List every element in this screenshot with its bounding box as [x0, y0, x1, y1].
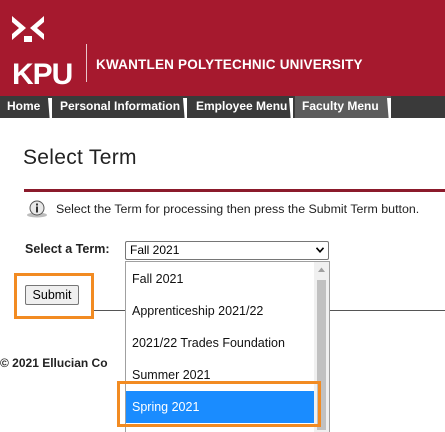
nav-tab-label: Faculty Menu [302, 99, 379, 113]
nav-tab-personal-information[interactable]: Personal Information [53, 96, 187, 118]
page-header: KPU KWANTLEN POLYTECHNIC UNIVERSITY [0, 0, 445, 96]
nav-tab-label: Personal Information [60, 99, 181, 113]
scroll-up-arrow-icon[interactable] [317, 266, 326, 274]
university-name: KWANTLEN POLYTECHNIC UNIVERSITY [96, 57, 363, 72]
nav-tab-label: Home [7, 99, 41, 113]
term-option-apprenticeship-2021-22[interactable]: Apprenticeship 2021/22 [126, 295, 314, 327]
submit-button[interactable]: Submit [25, 285, 79, 305]
nav-tab-home[interactable]: Home [0, 96, 52, 118]
term-select-label: Select a Term: [25, 242, 110, 256]
tab-notch [387, 98, 391, 118]
header-divider [86, 44, 87, 82]
term-option-trades-foundation[interactable]: 2021/22 Trades Foundation [126, 327, 314, 359]
nav-tab-employee-menu[interactable]: Employee Menu [189, 96, 293, 118]
spring-option-highlight-box [117, 381, 321, 427]
info-text: Select the Term for processing then pres… [56, 202, 420, 216]
copyright-text: © 2021 Ellucian Co [0, 356, 108, 370]
title-divider [24, 189, 445, 192]
term-option-fall-2021[interactable]: Fall 2021 [126, 263, 314, 295]
page-title: Select Term [23, 146, 137, 169]
logo-text: KPU [12, 58, 73, 91]
term-select[interactable]: Fall 2021 [125, 241, 329, 260]
tab-notch [289, 98, 293, 118]
main-nav: Home Personal Information Employee Menu … [0, 96, 445, 118]
kpu-logo[interactable]: KPU [10, 14, 80, 91]
term-select-value: Fall 2021 [130, 243, 180, 257]
info-icon [27, 200, 47, 218]
tab-notch [183, 98, 187, 118]
nav-tab-label: Employee Menu [196, 99, 288, 113]
chevron-down-icon [316, 247, 324, 253]
tab-notch [48, 98, 52, 118]
kpu-logo-mark-icon [12, 16, 44, 42]
nav-tab-faculty-menu[interactable]: Faculty Menu [295, 96, 391, 118]
